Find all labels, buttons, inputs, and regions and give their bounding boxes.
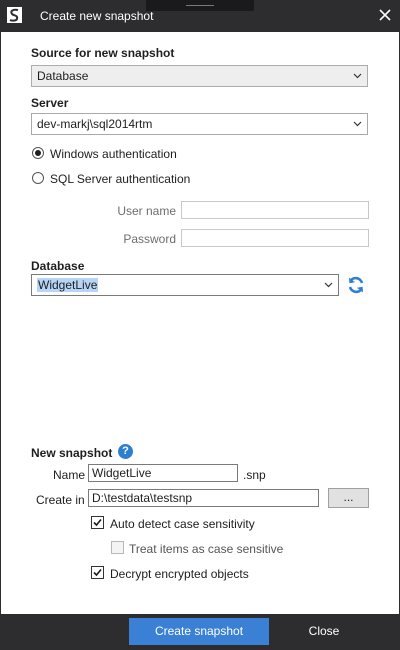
source-label: Source for new snapshot: [31, 46, 175, 60]
windows-auth-label[interactable]: Windows authentication: [50, 147, 177, 161]
snp-extension-label: .snp: [243, 468, 266, 482]
dialog-footer: Create snapshot Close: [0, 614, 400, 650]
password-label: Password: [123, 232, 176, 246]
windows-auth-radio[interactable]: [32, 147, 44, 159]
database-label: Database: [31, 259, 85, 273]
close-icon[interactable]: [376, 6, 394, 24]
new-snapshot-label: New snapshot: [31, 446, 113, 460]
username-label: User name: [117, 204, 176, 218]
decrypt-label[interactable]: Decrypt encrypted objects: [110, 567, 249, 581]
password-field[interactable]: [181, 229, 369, 247]
create-snapshot-button[interactable]: Create snapshot: [129, 618, 269, 645]
dialog-content: Source for new snapshot Database Server …: [1, 32, 399, 614]
help-icon[interactable]: ?: [118, 444, 133, 459]
checkmark-icon: [93, 518, 102, 527]
decrypt-checkbox[interactable]: [91, 566, 104, 579]
sql-auth-radio[interactable]: [32, 172, 44, 184]
auto-detect-label[interactable]: Auto detect case sensitivity: [110, 517, 255, 531]
drag-handle-line: [186, 5, 214, 6]
chevron-down-icon[interactable]: [353, 114, 362, 134]
server-selected: dev-markj\sql2014rtm: [37, 117, 153, 131]
snapshot-name-field[interactable]: WidgetLive: [88, 464, 238, 482]
name-label: Name: [53, 468, 86, 482]
treat-case-checkbox: [111, 541, 124, 554]
close-button[interactable]: Close: [289, 618, 359, 645]
sql-auth-label[interactable]: SQL Server authentication: [50, 172, 190, 186]
treat-case-label: Treat items as case sensitive: [129, 542, 284, 556]
server-label: Server: [31, 96, 69, 110]
browse-button[interactable]: ...: [328, 488, 369, 508]
username-field[interactable]: [181, 201, 369, 219]
title-bar: Create new snapshot: [0, 0, 400, 32]
refresh-icon[interactable]: [346, 275, 366, 295]
chevron-down-icon: [353, 73, 362, 79]
source-dropdown[interactable]: Database: [31, 65, 368, 87]
chevron-down-icon[interactable]: [324, 275, 333, 295]
create-in-label: Create in: [36, 493, 85, 507]
drag-handle[interactable]: [146, 0, 254, 11]
checkmark-icon: [93, 568, 102, 577]
database-combo[interactable]: WidgetLive: [31, 274, 339, 296]
auto-detect-checkbox[interactable]: [91, 516, 104, 529]
create-in-field[interactable]: D:\testdata\testsnp: [88, 489, 319, 507]
sql-compare-logo-icon: [7, 7, 22, 23]
server-combo[interactable]: dev-markj\sql2014rtm: [31, 113, 368, 135]
window-title: Create new snapshot: [40, 9, 154, 23]
database-selected: WidgetLive: [37, 278, 99, 292]
source-selected: Database: [37, 69, 89, 83]
